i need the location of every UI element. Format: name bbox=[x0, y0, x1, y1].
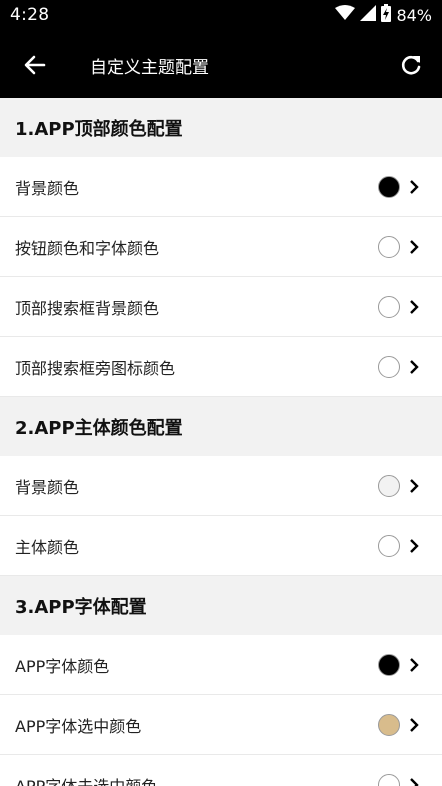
status-icons: 84% bbox=[335, 4, 432, 26]
section-header-font: 3.APP字体配置 bbox=[0, 576, 442, 635]
setting-row-main-color[interactable]: 主体颜色 bbox=[0, 516, 442, 576]
setting-row-main-background[interactable]: 背景颜色 bbox=[0, 456, 442, 516]
section-header-top: 1.APP顶部颜色配置 bbox=[0, 98, 442, 157]
chevron-right-icon bbox=[407, 775, 421, 786]
setting-label: 顶部搜索框旁图标颜色 bbox=[15, 358, 176, 378]
setting-label: APP字体未选中颜色 bbox=[15, 776, 158, 786]
color-swatch bbox=[378, 235, 400, 258]
arrow-left-icon[interactable] bbox=[20, 50, 50, 80]
battery-charging-icon bbox=[381, 4, 392, 26]
page-title: 自定义主题配置 bbox=[90, 58, 209, 78]
refresh-icon[interactable] bbox=[396, 50, 426, 80]
color-swatch bbox=[378, 175, 400, 198]
chevron-right-icon bbox=[407, 237, 421, 257]
setting-label: APP字体选中颜色 bbox=[15, 716, 142, 736]
setting-label: APP字体颜色 bbox=[15, 656, 110, 676]
status-time: 4:28 bbox=[10, 5, 50, 25]
setting-row-font-selected-color[interactable]: APP字体选中颜色 bbox=[0, 695, 442, 755]
color-swatch bbox=[378, 773, 400, 786]
color-swatch bbox=[378, 355, 400, 378]
setting-row-top-button-font[interactable]: 按钮颜色和字体颜色 bbox=[0, 217, 442, 277]
chevron-right-icon bbox=[407, 715, 421, 735]
chevron-right-icon bbox=[407, 357, 421, 377]
chevron-right-icon bbox=[407, 297, 421, 317]
setting-row-font-unselected-color[interactable]: APP字体未选中颜色 bbox=[0, 755, 442, 786]
chevron-right-icon bbox=[407, 177, 421, 197]
setting-row-top-search-background[interactable]: 顶部搜索框背景颜色 bbox=[0, 277, 442, 337]
color-swatch bbox=[378, 713, 400, 736]
color-swatch bbox=[378, 474, 400, 497]
setting-label: 背景颜色 bbox=[15, 178, 80, 198]
settings-list: 1.APP顶部颜色配置 背景颜色 按钮颜色和字体颜色 顶部搜索框背景颜色 顶部搜… bbox=[0, 98, 442, 786]
setting-row-top-search-icon[interactable]: 顶部搜索框旁图标颜色 bbox=[0, 337, 442, 397]
setting-label: 顶部搜索框背景颜色 bbox=[15, 298, 160, 318]
setting-row-font-color[interactable]: APP字体颜色 bbox=[0, 635, 442, 695]
chevron-right-icon bbox=[407, 655, 421, 675]
setting-label: 主体颜色 bbox=[15, 537, 80, 557]
setting-label: 背景颜色 bbox=[15, 477, 80, 497]
chevron-right-icon bbox=[407, 536, 421, 556]
signal-icon bbox=[360, 5, 377, 25]
app-bar: 自定义主题配置 bbox=[0, 32, 442, 98]
color-swatch bbox=[378, 534, 400, 557]
setting-label: 按钮颜色和字体颜色 bbox=[15, 238, 160, 258]
wifi-icon bbox=[335, 5, 356, 25]
status-bar: 4:28 84% bbox=[0, 0, 442, 32]
setting-row-top-background[interactable]: 背景颜色 bbox=[0, 157, 442, 217]
chevron-right-icon bbox=[407, 476, 421, 496]
battery-percent: 84% bbox=[396, 5, 432, 25]
color-swatch bbox=[378, 653, 400, 676]
color-swatch bbox=[378, 295, 400, 318]
section-header-main: 2.APP主体颜色配置 bbox=[0, 397, 442, 456]
